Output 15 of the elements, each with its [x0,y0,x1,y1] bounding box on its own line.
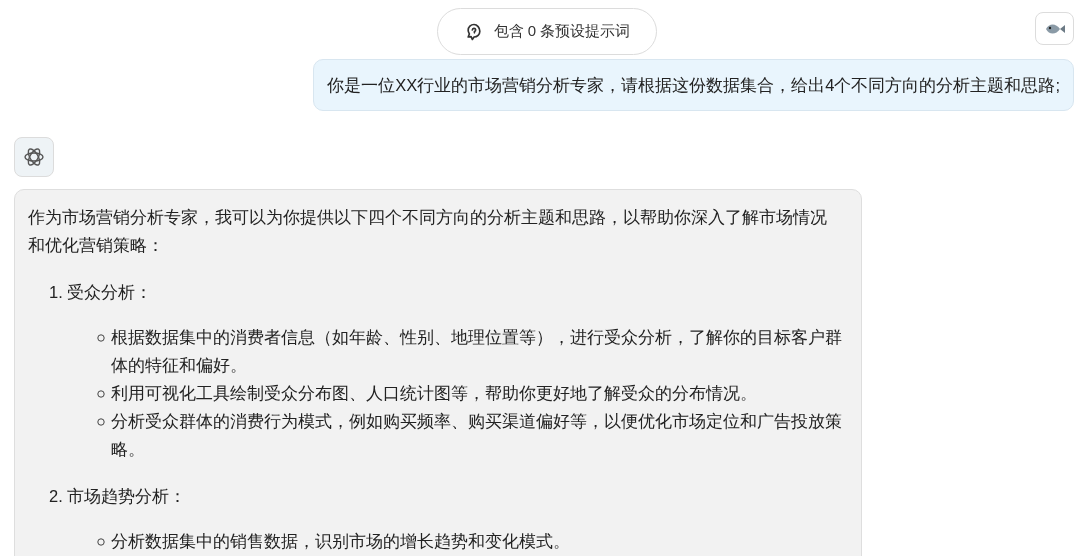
bullet-text: 分析数据集中的销售数据，识别市场的增长趋势和变化模式。 [111,531,570,552]
bullet-icon [97,538,105,546]
bullet-icon [97,334,105,342]
intro-paragraph: 作为市场营销分析专家，我可以为你提供以下四个不同方向的分析主题和思路，以帮助你深入了解市场情况和优化营销策略： [28,207,828,256]
bullet-text: 根据数据集中的消费者信息（如年龄、性别、地理位置等），进行受众分析，了解你的目标客户群体的特征和偏好。 [111,327,842,376]
list-number: 1. [49,282,63,303]
bullet-text: 分析受众群体的消费行为模式，例如购买频率、购买渠道偏好等，以便优化市场定位和广告投放策略。 [111,411,842,460]
section-title: 市场趋势分析： [66,486,186,507]
bullet-icon [97,390,105,398]
user-message: 你是一位XX行业的市场营销分析专家，请根据这份数据集合，给出4个不同方向的分析主题和思路; [313,59,1074,111]
prompt-chip[interactable]: 包含 0 条预设提示词 [436,8,658,55]
bullet-icon [97,418,105,426]
section-title: 受众分析： [66,282,152,303]
bullet-text: 利用可视化工具绘制受众分布图、人口统计图等，帮助你更好地了解受众的分布情况。 [111,383,757,404]
list-number: 2. [49,486,63,507]
